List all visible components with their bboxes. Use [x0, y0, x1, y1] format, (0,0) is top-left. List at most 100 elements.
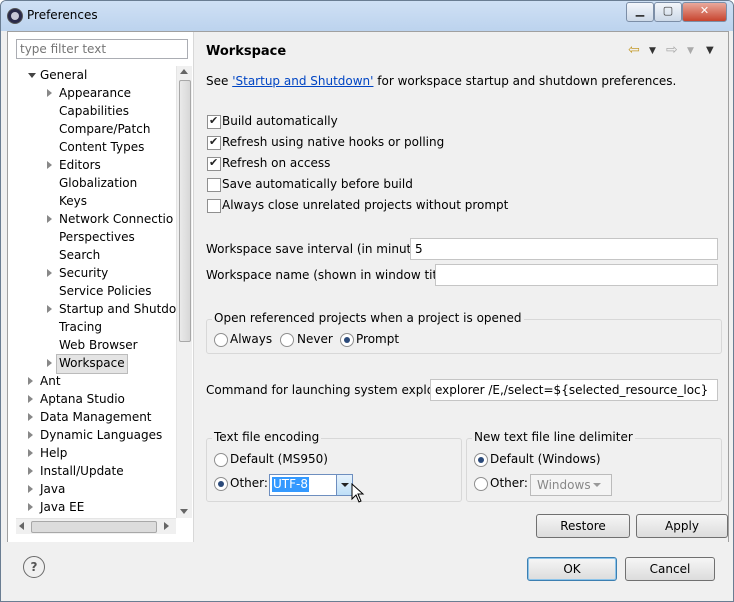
- back-menu-chevron-icon[interactable]: ▼: [649, 46, 656, 56]
- encoding-default-radio[interactable]: [214, 453, 228, 467]
- tree-item[interactable]: Install/Update: [40, 462, 124, 480]
- hint-suffix: for workspace startup and shutdown prefe…: [373, 74, 677, 88]
- close-button[interactable]: ✕: [682, 2, 727, 22]
- collapsed-arrow-icon[interactable]: [47, 215, 52, 223]
- collapsed-arrow-icon[interactable]: [28, 485, 33, 493]
- tree-item[interactable]: Workspace: [56, 354, 128, 374]
- dialog-footer: ? OK Cancel: [1, 542, 733, 601]
- always-radio[interactable]: [214, 333, 228, 347]
- preferences-tree: General Appearance Capabilities Compare/Pat…: [8, 66, 176, 518]
- scroll-left-icon[interactable]: [19, 522, 24, 530]
- collapsed-arrow-icon[interactable]: [28, 413, 33, 421]
- scroll-thumb[interactable]: [179, 80, 191, 342]
- explorer-command-input[interactable]: explorer /E,/select=${selected_resource_…: [430, 379, 718, 401]
- checkbox-label: Save automatically before build: [222, 177, 413, 191]
- never-radio[interactable]: [280, 333, 294, 347]
- explorer-command-label: Command for launching system explorer:: [206, 383, 455, 397]
- startup-shutdown-link[interactable]: 'Startup and Shutdown': [232, 74, 373, 88]
- tree-item[interactable]: Data Management: [40, 408, 152, 426]
- tree-item[interactable]: Tracing: [59, 318, 102, 336]
- collapsed-arrow-icon[interactable]: [28, 431, 33, 439]
- tree-vertical-scrollbar[interactable]: [176, 66, 192, 518]
- encoding-combo[interactable]: UTF-8: [269, 474, 353, 496]
- tree-item[interactable]: Editors: [59, 156, 101, 174]
- tree-horizontal-scrollbar[interactable]: [16, 518, 176, 534]
- tree-item[interactable]: Web Browser: [59, 336, 138, 354]
- line-delimiter-group: New text file line delimiter Default (Wi…: [466, 430, 722, 502]
- hscroll-thumb[interactable]: [31, 521, 157, 533]
- delimiter-value: Windows: [537, 478, 591, 492]
- page-title: Workspace: [206, 44, 287, 59]
- tree-item[interactable]: Ant: [40, 372, 61, 390]
- collapsed-arrow-icon[interactable]: [28, 395, 33, 403]
- checkbox-label: Refresh on access: [222, 156, 331, 170]
- refresh-on-access-checkbox[interactable]: [207, 156, 221, 171]
- tree-item[interactable]: General: [40, 66, 87, 84]
- collapsed-arrow-icon[interactable]: [28, 449, 33, 457]
- tree-item[interactable]: Aptana Studio: [40, 390, 125, 408]
- back-arrow-icon[interactable]: ⇦: [628, 42, 640, 58]
- scroll-right-icon[interactable]: [164, 522, 169, 530]
- expanded-arrow-icon[interactable]: [28, 73, 36, 78]
- forward-arrow-icon[interactable]: ⇨: [666, 42, 678, 58]
- ok-button[interactable]: OK: [527, 557, 617, 581]
- collapsed-arrow-icon[interactable]: [47, 305, 52, 313]
- collapsed-arrow-icon[interactable]: [47, 269, 52, 277]
- collapsed-arrow-icon[interactable]: [47, 359, 52, 367]
- help-icon[interactable]: ?: [23, 556, 45, 578]
- tree-item[interactable]: Compare/Patch: [59, 120, 150, 138]
- tree-item[interactable]: Network Connectio: [59, 210, 173, 228]
- restore-defaults-button[interactable]: Restore Defaults: [536, 514, 630, 555]
- tree-item[interactable]: Security: [59, 264, 108, 282]
- mouse-cursor-icon: [351, 483, 365, 503]
- forward-menu-chevron-icon[interactable]: ▼: [687, 46, 694, 56]
- never-label: Never: [297, 332, 333, 346]
- build-automatically-checkbox[interactable]: [207, 114, 221, 129]
- tree-item[interactable]: Globalization: [59, 174, 137, 192]
- view-menu-icon[interactable]: ▼: [706, 45, 714, 56]
- tree-item[interactable]: Help: [40, 444, 67, 462]
- prompt-radio[interactable]: [340, 333, 354, 347]
- tree-item[interactable]: Java: [40, 480, 65, 498]
- tree-item[interactable]: Appearance: [59, 84, 131, 102]
- collapsed-arrow-icon[interactable]: [47, 89, 52, 97]
- startup-hint: See 'Startup and Shutdown' for workspace…: [206, 74, 676, 88]
- encoding-dropdown-button[interactable]: [336, 475, 352, 495]
- maximize-button[interactable]: ▢: [654, 2, 682, 22]
- title-bar: Preferences ▁ ▢ ✕: [1, 1, 733, 31]
- collapsed-arrow-icon[interactable]: [28, 467, 33, 475]
- preferences-dialog: Preferences ▁ ▢ ✕ GeneralAppearanceCapab…: [0, 0, 734, 602]
- chevron-down-icon: [341, 483, 349, 487]
- scroll-up-icon[interactable]: [180, 69, 188, 74]
- tree-item[interactable]: Capabilities: [59, 102, 129, 120]
- delimiter-default-label: Default (Windows): [490, 452, 601, 466]
- tree-item[interactable]: Keys: [59, 192, 87, 210]
- apply-button[interactable]: Apply: [636, 514, 728, 538]
- encoding-value[interactable]: UTF-8: [272, 477, 309, 492]
- tree-item[interactable]: Service Policies: [59, 282, 152, 300]
- save-before-build-checkbox[interactable]: [207, 178, 221, 192]
- content-area: GeneralAppearanceCapabilitiesCompare/Pat…: [7, 31, 729, 555]
- workspace-name-input[interactable]: [435, 264, 718, 286]
- text-file-encoding-group: Text file encoding Default (MS950) Other…: [206, 430, 462, 503]
- delimiter-default-radio[interactable]: [474, 453, 488, 467]
- encoding-other-radio[interactable]: [214, 477, 228, 491]
- tree-item[interactable]: Content Types: [59, 138, 144, 156]
- tree-item[interactable]: Search: [59, 246, 100, 264]
- tree-item[interactable]: Dynamic Languages: [40, 426, 162, 444]
- checkbox-label: Build automatically: [222, 114, 338, 128]
- refresh-native-hooks-checkbox[interactable]: [207, 135, 221, 150]
- tree-item[interactable]: Java EE: [40, 498, 84, 516]
- collapsed-arrow-icon[interactable]: [28, 503, 33, 511]
- close-unrelated-projects-checkbox[interactable]: [207, 199, 221, 213]
- scroll-down-icon[interactable]: [180, 509, 188, 514]
- cancel-button[interactable]: Cancel: [625, 557, 715, 581]
- collapsed-arrow-icon[interactable]: [28, 377, 33, 385]
- filter-input[interactable]: [16, 39, 188, 59]
- minimize-button[interactable]: ▁: [626, 2, 654, 22]
- tree-item[interactable]: Startup and Shutdo: [59, 300, 176, 318]
- tree-item[interactable]: Perspectives: [59, 228, 135, 246]
- delimiter-other-radio[interactable]: [474, 477, 488, 491]
- save-interval-input[interactable]: 5: [410, 238, 718, 260]
- collapsed-arrow-icon[interactable]: [47, 161, 52, 169]
